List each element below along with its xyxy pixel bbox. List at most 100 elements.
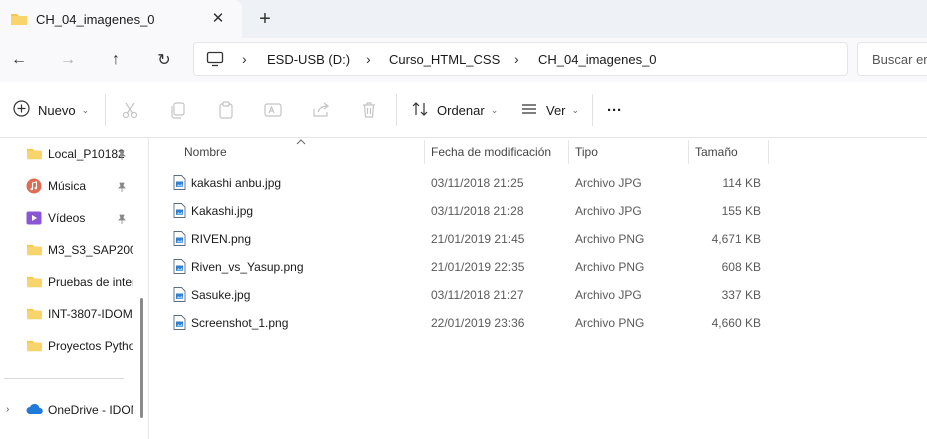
sidebar-item-label: M3_S3_SAP2000 — [48, 243, 133, 257]
file-type: Archivo JPG — [575, 288, 642, 302]
file-row[interactable]: Screenshot_1.png 22/01/2019 23:36 Archivo … — [149, 308, 927, 336]
file-type: Archivo PNG — [575, 316, 645, 330]
column-label: Nombre — [184, 145, 227, 159]
sidebar-item-label: INT-3807-IDOM — [48, 307, 133, 321]
sidebar-item-m3[interactable]: M3_S3_SAP2000 — [0, 236, 140, 264]
column-divider[interactable] — [768, 140, 769, 164]
file-name: kakashi anbu.jpg — [191, 176, 282, 190]
up-button[interactable]: ↑ — [104, 48, 128, 72]
file-type: Archivo PNG — [575, 260, 645, 274]
column-header-name[interactable]: Nombre — [149, 138, 425, 164]
file-modified-date: 21/01/2019 21:45 — [431, 232, 525, 246]
close-tab-icon[interactable]: ✕ — [208, 9, 228, 29]
sidebar-scrollbar[interactable] — [140, 298, 143, 418]
breadcrumb-drive[interactable]: ESD-USB (D:) — [267, 52, 350, 67]
breadcrumb-separator: › — [366, 51, 371, 67]
view-label: Ver — [546, 102, 566, 118]
sidebar-item-onedrive[interactable]: › OneDrive - IDOM — [0, 396, 140, 424]
column-header-size[interactable]: Tamaño — [689, 138, 769, 164]
rename-icon[interactable] — [263, 100, 283, 120]
file-name: Riven_vs_Yasup.png — [191, 260, 304, 274]
image-file-icon — [173, 203, 186, 221]
file-modified-date: 03/11/2018 21:25 — [431, 176, 524, 190]
toolbar-divider — [592, 94, 593, 126]
file-size: 608 KB — [721, 260, 761, 274]
share-icon[interactable] — [311, 100, 331, 120]
breadcrumb-separator: › — [514, 51, 519, 67]
file-size: 155 KB — [721, 204, 761, 218]
back-button[interactable]: ← — [7, 48, 31, 72]
sidebar-item-proyectos[interactable]: Proyectos Pytho — [0, 332, 140, 360]
pin-icon — [117, 181, 127, 195]
image-file-icon — [173, 231, 186, 249]
delete-icon[interactable] — [359, 100, 379, 120]
folder-icon — [26, 306, 43, 324]
cut-icon[interactable] — [120, 100, 140, 120]
breadcrumb-current[interactable]: CH_04_imagenes_0 — [538, 52, 657, 67]
chevron-down-icon: ⌄ — [490, 104, 499, 115]
file-name: RIVEN.png — [191, 232, 252, 246]
breadcrumb-course[interactable]: Curso_HTML_CSS — [389, 52, 500, 67]
more-options-button[interactable]: ··· — [607, 98, 622, 122]
new-tab-button[interactable]: + — [254, 8, 276, 30]
image-file-icon — [173, 287, 186, 305]
folder-icon — [26, 338, 43, 356]
file-row[interactable]: kakashi anbu.jpg 03/11/2018 21:25 Archivo … — [149, 168, 927, 196]
view-button[interactable]: Ver ⌄ — [520, 98, 579, 122]
sort-button[interactable]: Ordenar ⌄ — [411, 98, 498, 122]
video-icon — [26, 210, 42, 229]
column-label: Fecha de modificación — [431, 145, 552, 159]
folder-icon — [26, 146, 43, 164]
folder-icon — [26, 274, 43, 292]
file-row[interactable]: RIVEN.png 21/01/2019 21:45 Archivo PNG 4,67… — [149, 224, 927, 252]
file-modified-date: 22/01/2019 23:36 — [431, 316, 525, 330]
toolbar-divider — [396, 94, 397, 126]
paste-icon[interactable] — [216, 100, 236, 120]
computer-icon — [206, 51, 224, 70]
refresh-button[interactable]: ↻ — [152, 48, 176, 72]
file-name: Sasuke.jpg — [191, 288, 251, 302]
new-button[interactable]: Nuevo ⌄ — [13, 98, 89, 122]
sidebar-item-int[interactable]: INT-3807-IDOM — [0, 300, 140, 328]
file-list: Nombre Fecha de modificación Tipo Tamaño… — [149, 138, 927, 439]
command-bar: Nuevo ⌄ Ordenar ⌄ Ver ⌄ ··· — [0, 82, 927, 138]
view-list-icon — [520, 100, 538, 121]
sidebar-item-label: Pruebas de inter — [48, 275, 133, 289]
chevron-down-icon: ⌄ — [81, 104, 90, 115]
breadcrumb-separator: › — [242, 51, 247, 67]
search-box[interactable]: Buscar en CH_04_imagenes_0 — [857, 42, 927, 76]
file-size: 114 KB — [722, 176, 761, 190]
column-header-date[interactable]: Fecha de modificación — [425, 138, 569, 164]
image-file-icon — [173, 259, 186, 277]
file-row[interactable]: Riven_vs_Yasup.png 21/01/2019 22:35 Archiv… — [149, 252, 927, 280]
file-type: Archivo PNG — [575, 232, 645, 246]
chevron-right-icon[interactable]: › — [6, 404, 9, 415]
sidebar-item-local[interactable]: Local_P10182 — [0, 140, 140, 168]
file-type: Archivo JPG — [575, 176, 642, 190]
pin-icon — [117, 149, 127, 163]
more-label: ··· — [607, 101, 622, 119]
tab-title: CH_04_imagenes_0 — [36, 12, 155, 27]
chevron-down-icon: ⌄ — [571, 104, 580, 115]
column-label: Tipo — [575, 145, 598, 159]
sidebar-item-music[interactable]: Música — [0, 172, 140, 200]
file-name: Screenshot_1.png — [191, 316, 289, 330]
forward-button[interactable]: → — [56, 48, 80, 72]
sidebar-item-pruebas[interactable]: Pruebas de inter — [0, 268, 140, 296]
navigation-bar: ← → ↑ ↻ › ESD-USB (D:) › Curso_HTML_CSS … — [0, 38, 927, 82]
file-name: Kakashi.jpg — [191, 204, 254, 218]
sidebar-divider — [4, 378, 124, 379]
tab-current-folder[interactable]: CH_04_imagenes_0 ✕ — [0, 0, 242, 38]
search-placeholder: Buscar en CH_04_imagenes_0 — [872, 52, 927, 67]
file-modified-date: 21/01/2019 22:35 — [431, 260, 525, 274]
file-row[interactable]: Kakashi.jpg 03/11/2018 21:28 Archivo JPG 15… — [149, 196, 927, 224]
column-label: Tamaño — [695, 145, 738, 159]
sidebar-item-videos[interactable]: Vídeos — [0, 204, 140, 232]
file-row[interactable]: Sasuke.jpg 03/11/2018 21:27 Archivo JPG 337… — [149, 280, 927, 308]
sidebar-item-label: OneDrive - IDOM — [48, 403, 133, 417]
address-bar[interactable]: › ESD-USB (D:) › Curso_HTML_CSS › CH_04_… — [193, 42, 848, 76]
column-header-type[interactable]: Tipo — [569, 138, 689, 164]
pin-icon — [117, 213, 127, 227]
copy-icon[interactable] — [168, 100, 188, 120]
file-size: 337 KB — [721, 288, 761, 302]
